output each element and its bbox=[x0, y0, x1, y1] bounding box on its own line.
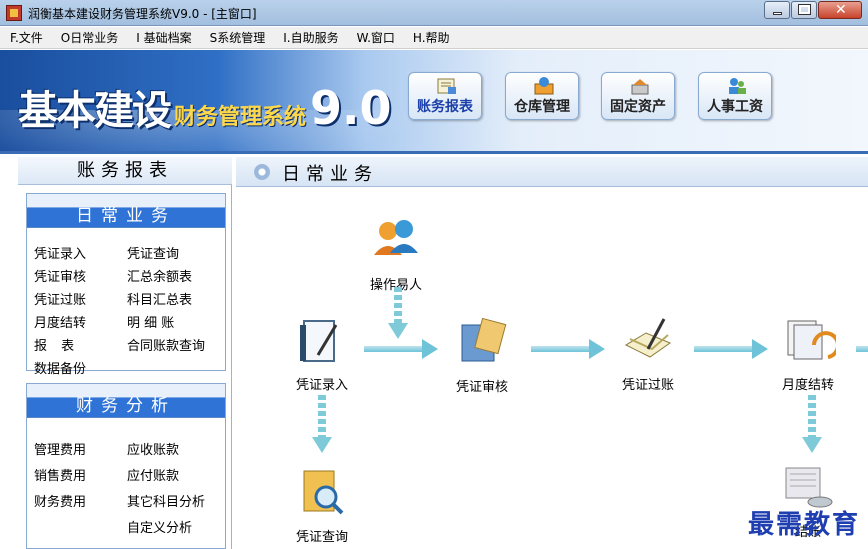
nav-item-contract-accounts[interactable]: 合同账款查询 bbox=[127, 335, 205, 354]
ledger-report-icon bbox=[437, 78, 456, 94]
main-title: 日常业务 bbox=[282, 164, 378, 185]
warehouse-icon bbox=[534, 77, 554, 95]
operator-users-icon bbox=[374, 220, 418, 255]
nav-item-detail-ledger[interactable]: 明 细 账 bbox=[127, 312, 174, 331]
monthly-closing-icon bbox=[787, 320, 840, 360]
arrow-entry-to-query bbox=[312, 395, 332, 453]
module-button-warehouse[interactable]: 仓库管理 bbox=[505, 72, 579, 120]
nav-item-custom-analysis[interactable]: 自定义分析 bbox=[127, 517, 192, 536]
title-bar: 润衡基本建设财务管理系统V9.0 - [主窗口] ✕ bbox=[0, 0, 868, 26]
section-title-financial-analysis: 财务分析 bbox=[27, 384, 225, 418]
nav-item-voucher-posting[interactable]: 凭证过账 bbox=[34, 289, 86, 308]
flow-node-label: 凭证录入 bbox=[295, 378, 348, 393]
maximize-icon bbox=[798, 4, 811, 15]
flow-node-monthly-closing[interactable]: 月度结转 bbox=[768, 315, 848, 393]
close-icon: ✕ bbox=[835, 2, 847, 18]
nav-item-voucher-entry[interactable]: 凭证录入 bbox=[34, 243, 86, 262]
fixed-assets-icon bbox=[631, 79, 649, 95]
arrow-operator-down bbox=[388, 287, 408, 339]
main-workspace: 日常业务 操作易人 凭证录入 凭证审核 凭证过账 月度结转 凭证查询 结账 bbox=[236, 157, 868, 549]
arrow-entry-to-audit bbox=[364, 339, 438, 359]
nav-item-voucher-query[interactable]: 凭证查询 bbox=[127, 243, 179, 262]
menu-daily-business[interactable]: O日常业务 bbox=[61, 29, 118, 46]
menu-file[interactable]: F.文件 bbox=[10, 29, 43, 46]
gear-icon bbox=[254, 164, 270, 180]
arrow-audit-to-posting bbox=[531, 339, 605, 359]
nav-item-reports[interactable]: 报 表 bbox=[34, 335, 79, 354]
module-button-fixed-assets[interactable]: 固定资产 bbox=[601, 72, 675, 120]
module-label: 仓库管理 bbox=[514, 99, 570, 115]
section-title-daily-business: 日常业务 bbox=[27, 194, 225, 228]
flow-node-label: 月度结转 bbox=[781, 378, 834, 393]
watermark-text: 最需教育 bbox=[747, 510, 860, 540]
nav-item-data-backup[interactable]: 数据备份 bbox=[34, 358, 86, 377]
arrow-closing-down bbox=[802, 395, 822, 453]
product-logo: 基本建设 财务管理系统9.0 bbox=[18, 78, 392, 136]
nav-item-monthly-closing[interactable]: 月度结转 bbox=[34, 312, 86, 331]
flow-node-label: 凭证过账 bbox=[621, 378, 674, 393]
left-panel-title: 账务报表 bbox=[18, 157, 232, 185]
flow-node-label: 凭证查询 bbox=[295, 530, 348, 545]
nav-item-financial-expense[interactable]: 财务费用 bbox=[34, 491, 86, 510]
nav-item-sales-expense[interactable]: 销售费用 bbox=[34, 465, 86, 484]
flow-node-voucher-posting[interactable]: 凭证过账 bbox=[608, 315, 688, 393]
nav-item-other-account-analysis[interactable]: 其它科目分析 bbox=[127, 491, 205, 510]
module-label: 人事工资 bbox=[707, 99, 763, 115]
flow-node-voucher-query[interactable]: 凭证查询 bbox=[282, 467, 362, 545]
menu-window[interactable]: W.窗口 bbox=[357, 29, 395, 46]
window-title: 润衡基本建设财务管理系统V9.0 - [主窗口] bbox=[28, 7, 257, 21]
flow-node-operator[interactable]: 操作易人 bbox=[356, 215, 436, 293]
left-nav-panel: 账务报表 日常业务 凭证录入 凭证查询 凭证审核 汇总余额表 凭证过账 科目汇总… bbox=[18, 157, 232, 549]
voucher-query-icon bbox=[303, 470, 344, 515]
close-button[interactable]: ✕ bbox=[818, 1, 862, 19]
menu-help[interactable]: H.帮助 bbox=[413, 29, 450, 46]
arrow-continue-right bbox=[856, 342, 868, 356]
nav-item-accounts-receivable[interactable]: 应收账款 bbox=[127, 439, 179, 458]
nav-item-account-summary[interactable]: 科目汇总表 bbox=[127, 289, 192, 308]
voucher-audit-icon bbox=[461, 317, 507, 362]
module-label: 固定资产 bbox=[610, 99, 666, 115]
module-button-payroll[interactable]: 人事工资 bbox=[698, 72, 772, 120]
payroll-icon bbox=[729, 78, 746, 94]
header-banner: 基本建设 财务管理系统9.0 账务报表 仓库管理 固定资产 人事工资 bbox=[0, 50, 868, 154]
module-label: 账务报表 bbox=[417, 99, 473, 115]
app-icon bbox=[6, 5, 22, 21]
main-header: 日常业务 bbox=[236, 157, 868, 187]
window-controls: ✕ bbox=[763, 1, 862, 19]
nav-item-summary-balance[interactable]: 汇总余额表 bbox=[127, 266, 192, 285]
maximize-button[interactable] bbox=[791, 1, 817, 19]
minimize-button[interactable] bbox=[764, 1, 790, 19]
menu-system-management[interactable]: S系统管理 bbox=[210, 29, 266, 46]
logo-sub-text: 财务管理系统 bbox=[174, 104, 307, 130]
minimize-icon bbox=[773, 12, 782, 15]
menu-basic-records[interactable]: I 基础档案 bbox=[136, 29, 191, 46]
arrow-posting-to-closing bbox=[694, 339, 768, 359]
menu-bar: F.文件 O日常业务 I 基础档案 S系统管理 I.自助服务 W.窗口 H.帮助 bbox=[0, 27, 868, 49]
flow-node-label: 凭证审核 bbox=[455, 380, 508, 395]
flow-node-voucher-audit[interactable]: 凭证审核 bbox=[442, 317, 522, 395]
voucher-entry-icon bbox=[300, 320, 338, 362]
flow-node-voucher-entry[interactable]: 凭证录入 bbox=[282, 315, 362, 393]
menu-self-service[interactable]: I.自助服务 bbox=[283, 29, 338, 46]
nav-item-management-expense[interactable]: 管理费用 bbox=[34, 439, 86, 458]
logo-main-text: 基本建设 bbox=[18, 87, 172, 134]
voucher-posting-icon bbox=[624, 318, 672, 358]
module-button-ledger-report[interactable]: 账务报表 bbox=[408, 72, 482, 120]
nav-item-accounts-payable[interactable]: 应付账款 bbox=[127, 465, 179, 484]
nav-item-voucher-audit[interactable]: 凭证审核 bbox=[34, 266, 86, 285]
logo-version: 9.0 bbox=[310, 81, 392, 135]
